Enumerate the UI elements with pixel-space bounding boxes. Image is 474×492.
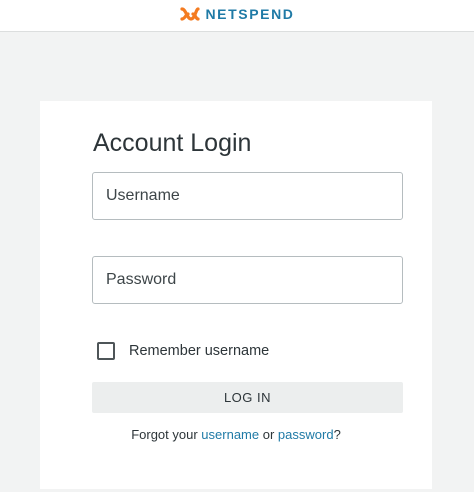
- login-button[interactable]: LOG IN: [92, 382, 403, 413]
- remember-username-checkbox[interactable]: [97, 342, 115, 360]
- remember-username-option[interactable]: Remember username: [97, 342, 269, 360]
- username-field[interactable]: [92, 172, 403, 220]
- site-header: NETSPEND: [0, 0, 474, 32]
- netspend-logo-icon: [180, 6, 201, 21]
- forgot-credentials-text: Forgot your username or password?: [40, 427, 432, 442]
- forgot-username-link[interactable]: username: [201, 427, 259, 442]
- forgot-or: or: [262, 427, 275, 442]
- brand-name: NETSPEND: [205, 5, 295, 22]
- forgot-suffix: ?: [333, 427, 341, 442]
- page-title: Account Login: [93, 129, 252, 157]
- brand-logo[interactable]: NETSPEND: [179, 6, 294, 22]
- password-field[interactable]: [92, 256, 403, 304]
- login-card: Account Login Remember username LOG IN F…: [40, 101, 432, 489]
- remember-username-label: Remember username: [129, 343, 270, 359]
- forgot-prefix: Forgot your: [131, 427, 198, 442]
- forgot-password-link[interactable]: password: [278, 427, 334, 442]
